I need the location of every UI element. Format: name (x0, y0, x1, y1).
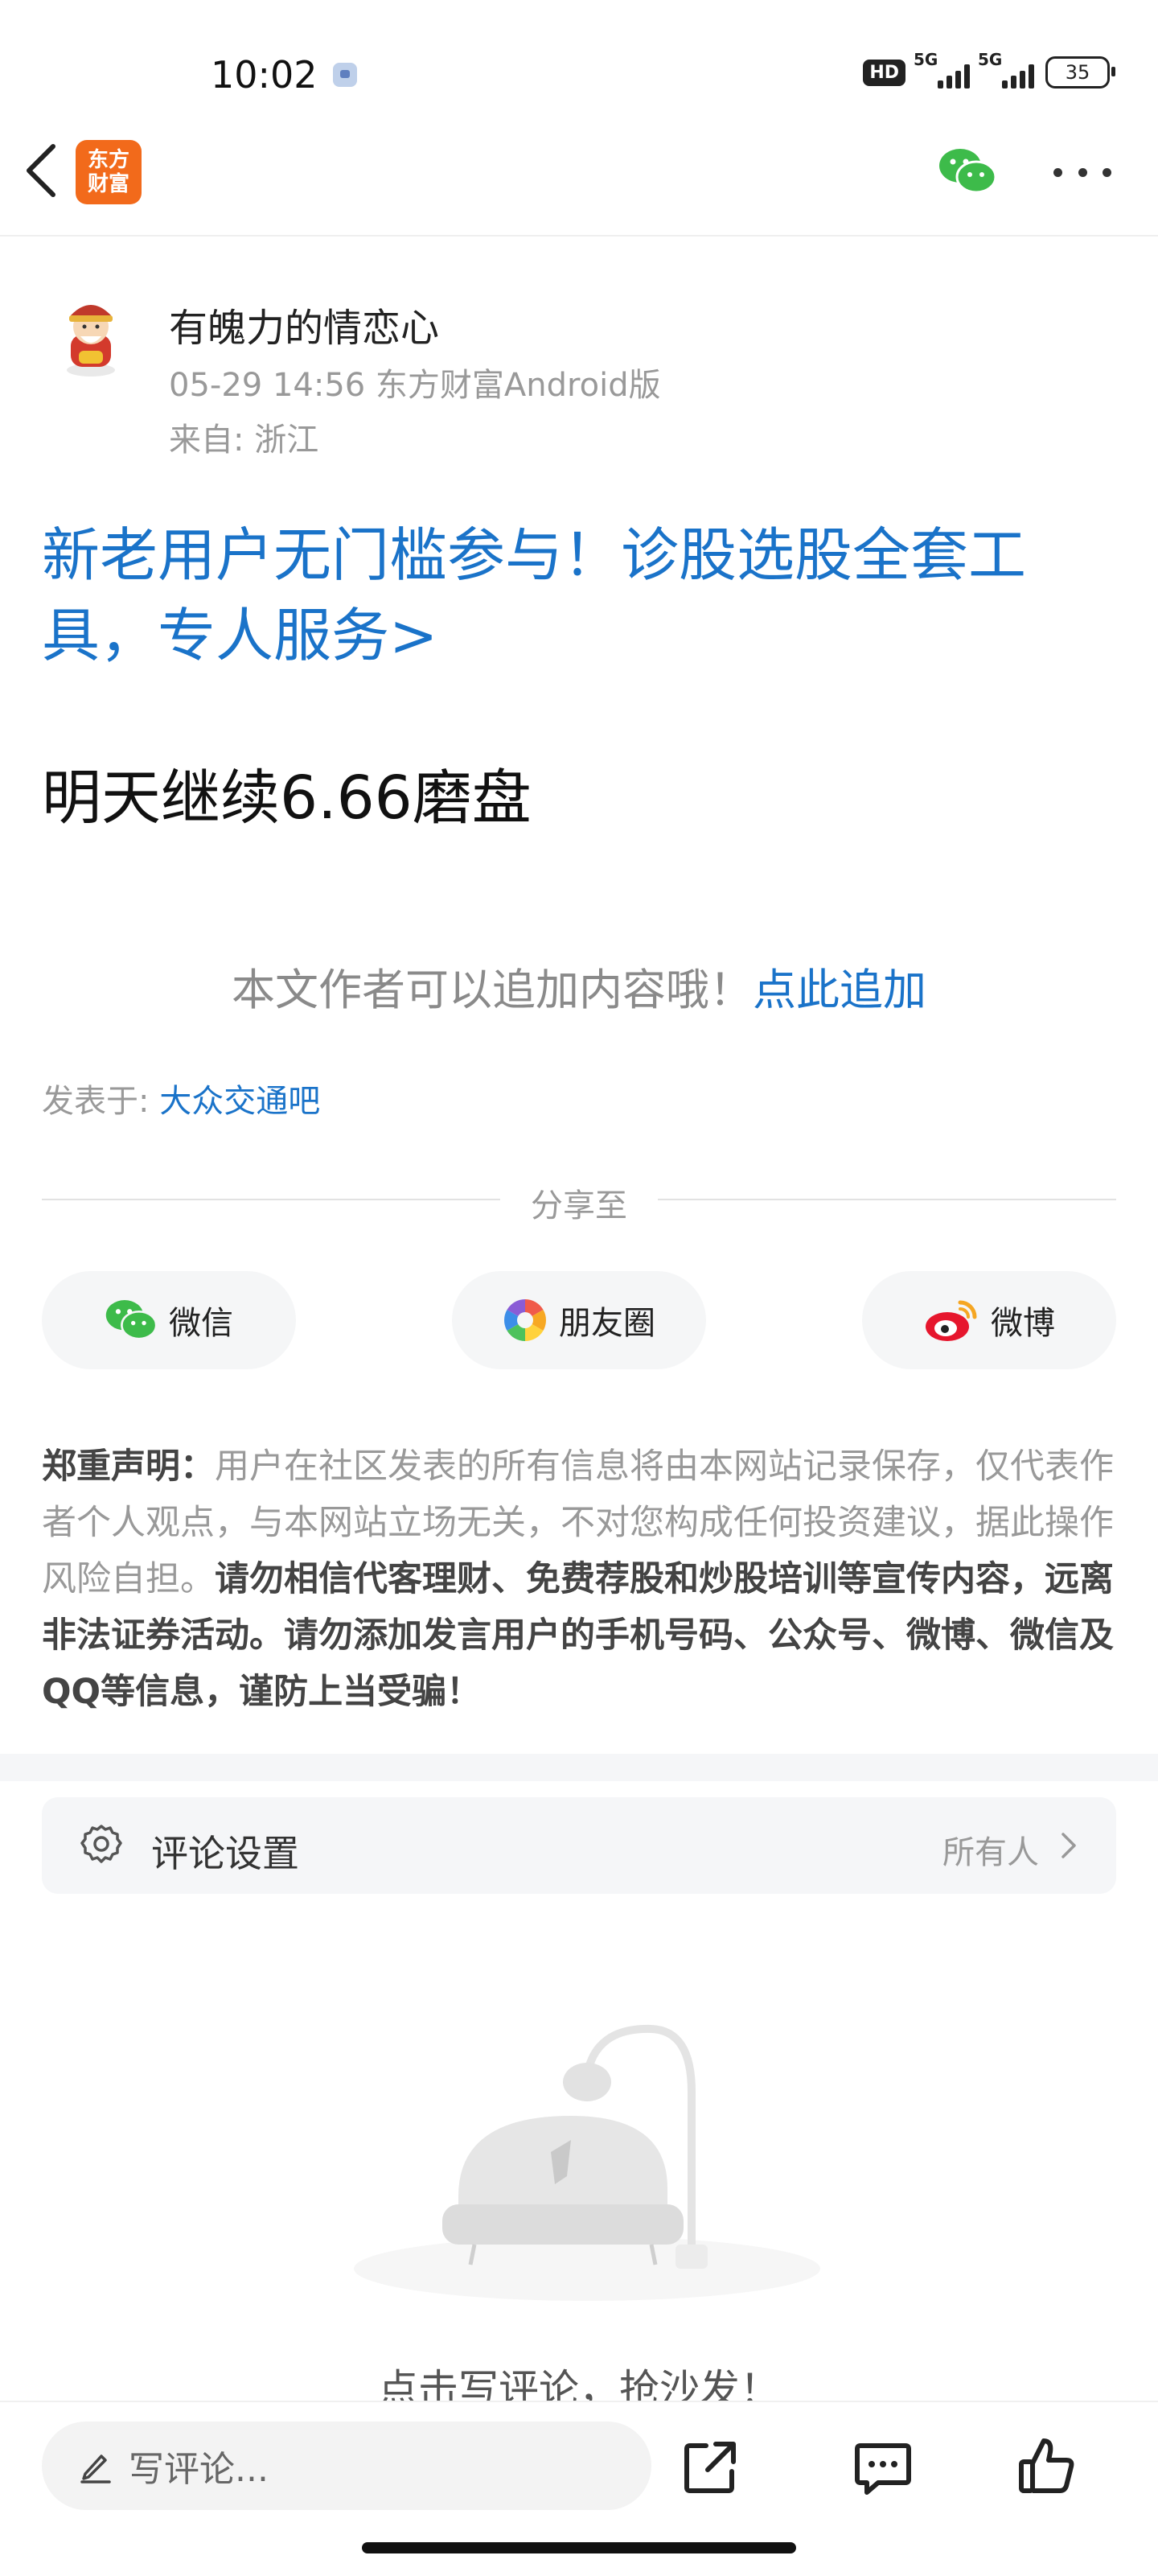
comment-icon[interactable] (851, 2434, 915, 2499)
comment-settings-label: 评论设置 (151, 1832, 299, 1875)
pencil-icon (80, 2455, 111, 2483)
append-row: 本文作者可以追加内容哦！点此追加 (0, 954, 1158, 1018)
back-arrow-icon (27, 144, 55, 197)
share-icon[interactable] (679, 2434, 743, 2499)
share-moments-label: 朋友圈 (559, 1305, 655, 1342)
post-content: 明天继续6.66磨盘 (42, 763, 532, 833)
app-logo[interactable]: 东方 财富 (76, 140, 142, 204)
back-button[interactable] (18, 138, 66, 203)
promo-link[interactable]: 新老用户无门槛参与！诊股选股全套工具，专人服务> (42, 515, 1119, 676)
weibo-icon (926, 1300, 977, 1341)
posted-in-label: 发表于: (42, 1083, 160, 1120)
write-comment-placeholder: 写评论... (129, 2449, 269, 2490)
empty-sofa-illustration (354, 2024, 820, 2301)
disclaimer-title: 郑重声明： (42, 1446, 215, 1487)
append-link[interactable]: 点此追加 (753, 965, 926, 1015)
share-weibo-button[interactable]: 微博 (862, 1271, 1116, 1369)
hd-badge: HD (863, 59, 905, 86)
author-name[interactable]: 有魄力的情恋心 (169, 296, 439, 352)
avatar[interactable] (47, 293, 135, 381)
append-prompt: 本文作者可以追加内容哦！ (232, 965, 753, 1015)
gear-icon (80, 1825, 122, 1863)
like-thumbs-up-icon[interactable] (1015, 2434, 1079, 2499)
dot-icon (1078, 167, 1087, 177)
status-indicators: HD 5G 5G 35 (863, 50, 1115, 88)
posted-in: 发表于: 大众交通吧 (42, 1075, 320, 1121)
notification-icon (333, 63, 357, 87)
signal-icon: 5G (978, 50, 1034, 88)
wechat-icon (105, 1300, 158, 1340)
disclaimer: 郑重声明：用户在社区发表的所有信息将由本网站记录保存，仅代表作者个人观点，与本网… (42, 1438, 1119, 1720)
section-divider (0, 1754, 1158, 1781)
bar-link[interactable]: 大众交通吧 (159, 1083, 320, 1120)
divider (42, 1199, 500, 1200)
signal-icon: 5G (914, 50, 970, 88)
battery-icon: 35 (1045, 56, 1115, 88)
dot-icon (1053, 167, 1062, 177)
write-comment-input[interactable]: 写评论... (42, 2422, 651, 2510)
more-menu-button[interactable] (1053, 156, 1111, 188)
post-location: 来自: 浙江 (169, 422, 319, 459)
post-meta: 05-29 14:56 东方财富Android版 (169, 367, 661, 404)
share-title: 分享至 (531, 1187, 627, 1224)
comment-settings-value: 所有人 (942, 1834, 1039, 1871)
chevron-right-icon (1062, 1833, 1076, 1858)
share-moments-button[interactable]: 朋友圈 (452, 1271, 706, 1369)
status-time: 10:02 (211, 53, 318, 97)
comment-settings-row[interactable]: 评论设置 所有人 (42, 1797, 1116, 1894)
wechat-share-icon[interactable] (938, 146, 997, 196)
home-indicator[interactable] (362, 2542, 796, 2553)
dot-icon (1103, 167, 1111, 177)
moments-icon (504, 1299, 546, 1341)
header-divider (0, 235, 1158, 237)
divider (658, 1199, 1116, 1200)
share-wechat-button[interactable]: 微信 (42, 1271, 296, 1369)
share-weibo-label: 微博 (991, 1305, 1055, 1342)
share-wechat-label: 微信 (169, 1305, 233, 1342)
